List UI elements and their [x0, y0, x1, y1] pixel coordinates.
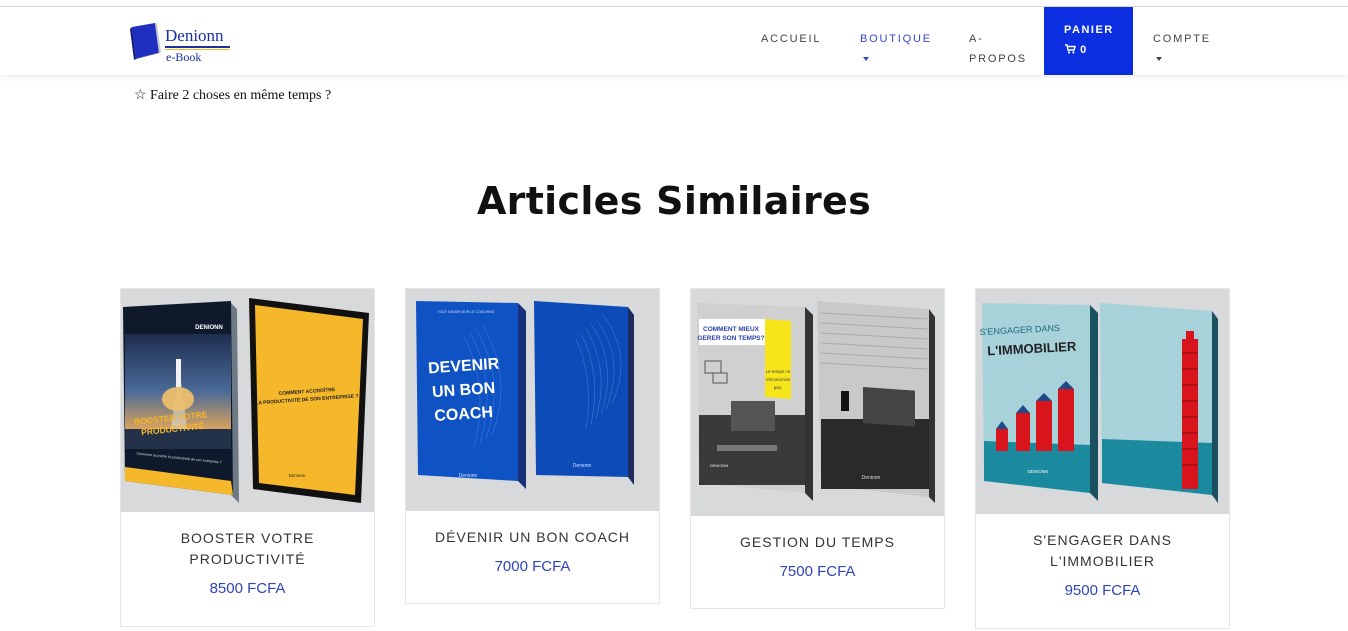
product-name-line2: PRODUCTIVITÉ — [189, 551, 306, 567]
cover-front-note-1: Le temps ne — [766, 369, 791, 374]
site-logo[interactable]: Denionn e-Book — [129, 23, 239, 63]
cover-back-footer: Denionn — [289, 473, 306, 478]
product-cover-illustration: Denionn COMMENT MIEUX GERER SON TEMPS? L… — [691, 289, 944, 516]
section-title: Articles Similaires — [476, 179, 872, 223]
chevron-down-icon — [863, 57, 869, 61]
nav-compte-label: COMPTE — [1153, 33, 1211, 45]
nav-a-propos-label-line1: A- — [969, 33, 984, 45]
nav-a-propos-label-line2: PROPOS — [969, 53, 1027, 65]
product-name-line1: GESTION DU TEMPS — [740, 534, 895, 550]
nav-panier-button[interactable]: PANIER 0 — [1044, 7, 1133, 75]
product-cover-illustration: Denionn TOUT SAVOIR SUR LE COACHING DEVE… — [406, 289, 659, 511]
product-image-gestion-du-temps[interactable]: Denionn COMMENT MIEUX GERER SON TEMPS? L… — [691, 289, 944, 516]
cart-icon — [1065, 44, 1076, 54]
related-product-link[interactable]: ☆ Faire 2 choses en même temps ? — [134, 87, 331, 105]
product-name-line1: S'ENGAGER DANS — [1033, 532, 1172, 548]
cover-back-footer: Denionn — [862, 475, 881, 481]
product-cover-illustration: S'ENGAGER DANS L'IMMOBILIER DENIONN — [976, 289, 1229, 514]
cover-front-brand: DENIONN — [195, 325, 223, 331]
chevron-down-icon — [1156, 57, 1162, 61]
cart-count: 0 — [1080, 44, 1088, 56]
product-name[interactable]: DÉVENIR UN BON COACH — [406, 527, 659, 548]
cover-front-top: TOUT SAVOIR SUR LE COACHING — [438, 310, 495, 314]
product-cover-illustration: COMMENT ACCROÎTRE LA PRODUCTIVITÉ DE SON… — [121, 289, 374, 512]
product-card-devenir-bon-coach[interactable]: Denionn TOUT SAVOIR SUR LE COACHING DEVE… — [405, 288, 660, 604]
logo-brand-name: Denionn — [165, 26, 224, 45]
product-image-booster-productivite[interactable]: COMMENT ACCROÎTRE LA PRODUCTIVITÉ DE SON… — [121, 289, 374, 512]
nav-a-propos[interactable]: A- PROPOS — [969, 29, 1027, 69]
product-image-devenir-bon-coach[interactable]: Denionn TOUT SAVOIR SUR LE COACHING DEVE… — [406, 289, 659, 511]
logo-subtitle: e-Book — [166, 50, 202, 64]
cover-back-footer: Denionn — [573, 463, 592, 469]
product-card-gestion-du-temps[interactable]: Denionn COMMENT MIEUX GERER SON TEMPS? L… — [690, 288, 945, 609]
cart-count-row: 0 — [1065, 42, 1087, 58]
navbar: Denionn e-Book ACCUEIL BOUTIQUE A- PROPO… — [0, 7, 1348, 75]
cover-front-title-2: GERER SON TEMPS? — [697, 335, 764, 342]
cover-front-footer: DENIONN — [710, 463, 729, 468]
cover-front-note-2: s'économise — [766, 377, 791, 382]
cover-front-title-1: COMMENT MIEUX — [703, 326, 760, 333]
book-logo-icon — [130, 23, 161, 60]
cover-front-footer: DENIONN — [1028, 469, 1049, 474]
product-name[interactable]: S'ENGAGER DANS L'IMMOBILIER — [976, 530, 1229, 572]
product-price: 8500 FCFA — [209, 580, 286, 597]
cover-front-footer: Denionn — [459, 473, 478, 479]
product-name[interactable]: GESTION DU TEMPS — [691, 532, 944, 553]
product-name[interactable]: BOOSTER VOTRE PRODUCTIVITÉ — [121, 528, 374, 570]
product-name-line1: DÉVENIR UN BON COACH — [434, 529, 631, 545]
product-card-booster-productivite[interactable]: COMMENT ACCROÎTRE LA PRODUCTIVITÉ DE SON… — [120, 288, 375, 627]
nav-panier-label: PANIER — [1064, 24, 1114, 36]
logo-underline — [165, 46, 230, 48]
product-price: 7500 FCFA — [779, 563, 856, 580]
product-name-line2: L'IMMOBILIER — [1050, 553, 1155, 569]
product-name-line1: BOOSTER VOTRE — [180, 530, 315, 546]
nav-accueil[interactable]: ACCUEIL — [761, 29, 821, 49]
product-image-engager-immobilier[interactable]: S'ENGAGER DANS L'IMMOBILIER DENIONN — [976, 289, 1229, 514]
product-card-engager-immobilier[interactable]: S'ENGAGER DANS L'IMMOBILIER DENIONN S'EN… — [975, 288, 1230, 629]
nav-compte[interactable]: COMPTE — [1153, 29, 1211, 61]
nav-boutique-label: BOUTIQUE — [860, 33, 932, 45]
product-price: 9500 FCFA — [1064, 582, 1141, 599]
nav-boutique[interactable]: BOUTIQUE — [860, 29, 932, 61]
cover-front-note-3: pas. — [774, 385, 783, 390]
nav-accueil-label: ACCUEIL — [761, 33, 822, 45]
product-price: 7000 FCFA — [494, 558, 571, 575]
